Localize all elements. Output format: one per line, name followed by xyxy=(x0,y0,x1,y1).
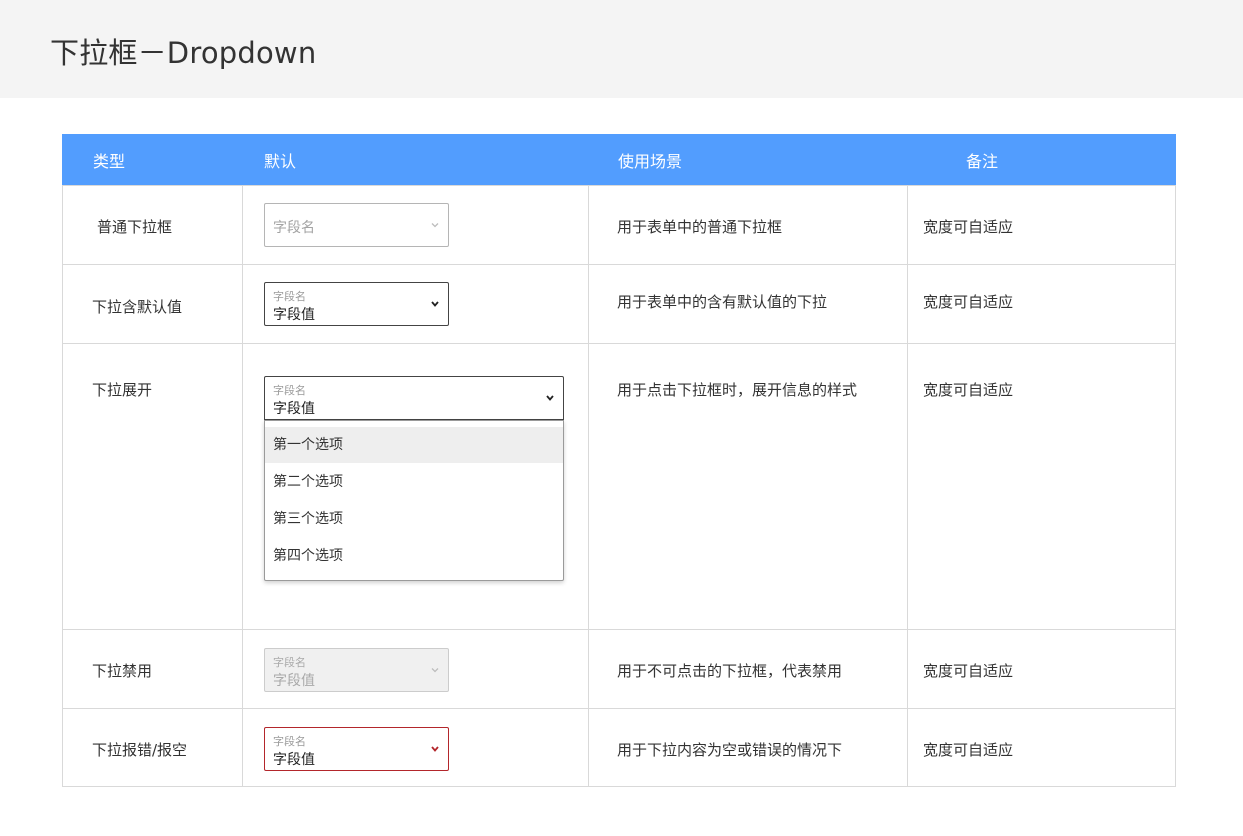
dropdown-label: 字段名 xyxy=(273,384,306,397)
row-scene: 用于表单中的含有默认值的下拉 xyxy=(617,293,828,311)
chevron-down-icon xyxy=(431,668,439,673)
dropdown-label: 字段名 xyxy=(273,290,306,303)
row-type: 下拉展开 xyxy=(92,381,153,399)
dropdown-value: 字段值 xyxy=(273,673,315,689)
dropdown-label: 字段名 xyxy=(273,656,306,669)
row-scene: 用于下拉内容为空或错误的情况下 xyxy=(617,741,843,759)
row-type: 下拉报错/报空 xyxy=(92,741,188,759)
page-header: 下拉框－Dropdown xyxy=(0,0,1243,98)
row-note: 宽度可自适应 xyxy=(923,662,1014,680)
row-note: 宽度可自适应 xyxy=(923,293,1014,311)
header-scene: 使用场景 xyxy=(618,152,683,171)
table-row: 普通下拉框 字段名 用于表单中的普通下拉框 宽度可自适应 xyxy=(63,185,1175,264)
row-note: 宽度可自适应 xyxy=(923,381,1014,399)
row-type: 下拉含默认值 xyxy=(92,298,183,316)
dropdown-option[interactable]: 第一个选项 xyxy=(265,427,563,463)
disabled-dropdown: 字段名 字段值 xyxy=(264,648,449,692)
dropdown-option[interactable]: 第二个选项 xyxy=(265,464,563,500)
table-row: 下拉展开 字段名 字段值 第一个选项 第二个选项 第三个选项 第四个选项 用于点… xyxy=(63,343,1175,629)
dropdown-menu: 第一个选项 第二个选项 第三个选项 第四个选项 xyxy=(264,420,564,581)
header-type: 类型 xyxy=(93,152,126,171)
header-note: 备注 xyxy=(966,152,999,171)
chevron-down-icon xyxy=(431,223,439,228)
default-value-dropdown[interactable]: 字段名 字段值 xyxy=(264,282,449,326)
page-title: 下拉框－Dropdown xyxy=(50,36,317,70)
error-dropdown[interactable]: 字段名 字段值 xyxy=(264,727,449,771)
row-type: 下拉禁用 xyxy=(92,662,153,680)
dropdown-placeholder: 字段名 xyxy=(273,220,315,236)
dropdown-value: 字段值 xyxy=(273,752,315,768)
row-type: 普通下拉框 xyxy=(97,218,173,236)
chevron-down-icon xyxy=(431,746,439,752)
header-default: 默认 xyxy=(264,152,297,171)
expanded-dropdown[interactable]: 字段名 字段值 xyxy=(264,376,564,420)
table-row: 下拉含默认值 字段名 字段值 用于表单中的含有默认值的下拉 宽度可自适应 xyxy=(63,264,1175,343)
dropdown-option[interactable]: 第四个选项 xyxy=(265,538,563,574)
row-scene: 用于点击下拉框时，展开信息的样式 xyxy=(617,381,858,399)
dropdown-value: 字段值 xyxy=(273,401,315,417)
row-note: 宽度可自适应 xyxy=(923,741,1014,759)
chevron-down-icon xyxy=(431,301,439,307)
table-row: 下拉报错/报空 字段名 字段值 用于下拉内容为空或错误的情况下 宽度可自适应 xyxy=(63,708,1175,787)
row-scene: 用于不可点击的下拉框，代表禁用 xyxy=(617,662,843,680)
dropdown-option[interactable]: 第三个选项 xyxy=(265,501,563,537)
dropdown-value: 字段值 xyxy=(273,307,315,323)
row-scene: 用于表单中的普通下拉框 xyxy=(617,218,783,236)
normal-dropdown[interactable]: 字段名 xyxy=(264,203,449,247)
table-row: 下拉禁用 字段名 字段值 用于不可点击的下拉框，代表禁用 宽度可自适应 xyxy=(63,629,1175,708)
row-note: 宽度可自适应 xyxy=(923,218,1014,236)
dropdown-label: 字段名 xyxy=(273,735,306,748)
table-header: 类型 默认 使用场景 备注 xyxy=(62,134,1176,185)
dropdown-spec-table: 类型 默认 使用场景 备注 普通下拉框 字段名 用于表单中的普通下拉框 宽度可自… xyxy=(62,134,1176,787)
chevron-down-icon xyxy=(546,395,554,401)
